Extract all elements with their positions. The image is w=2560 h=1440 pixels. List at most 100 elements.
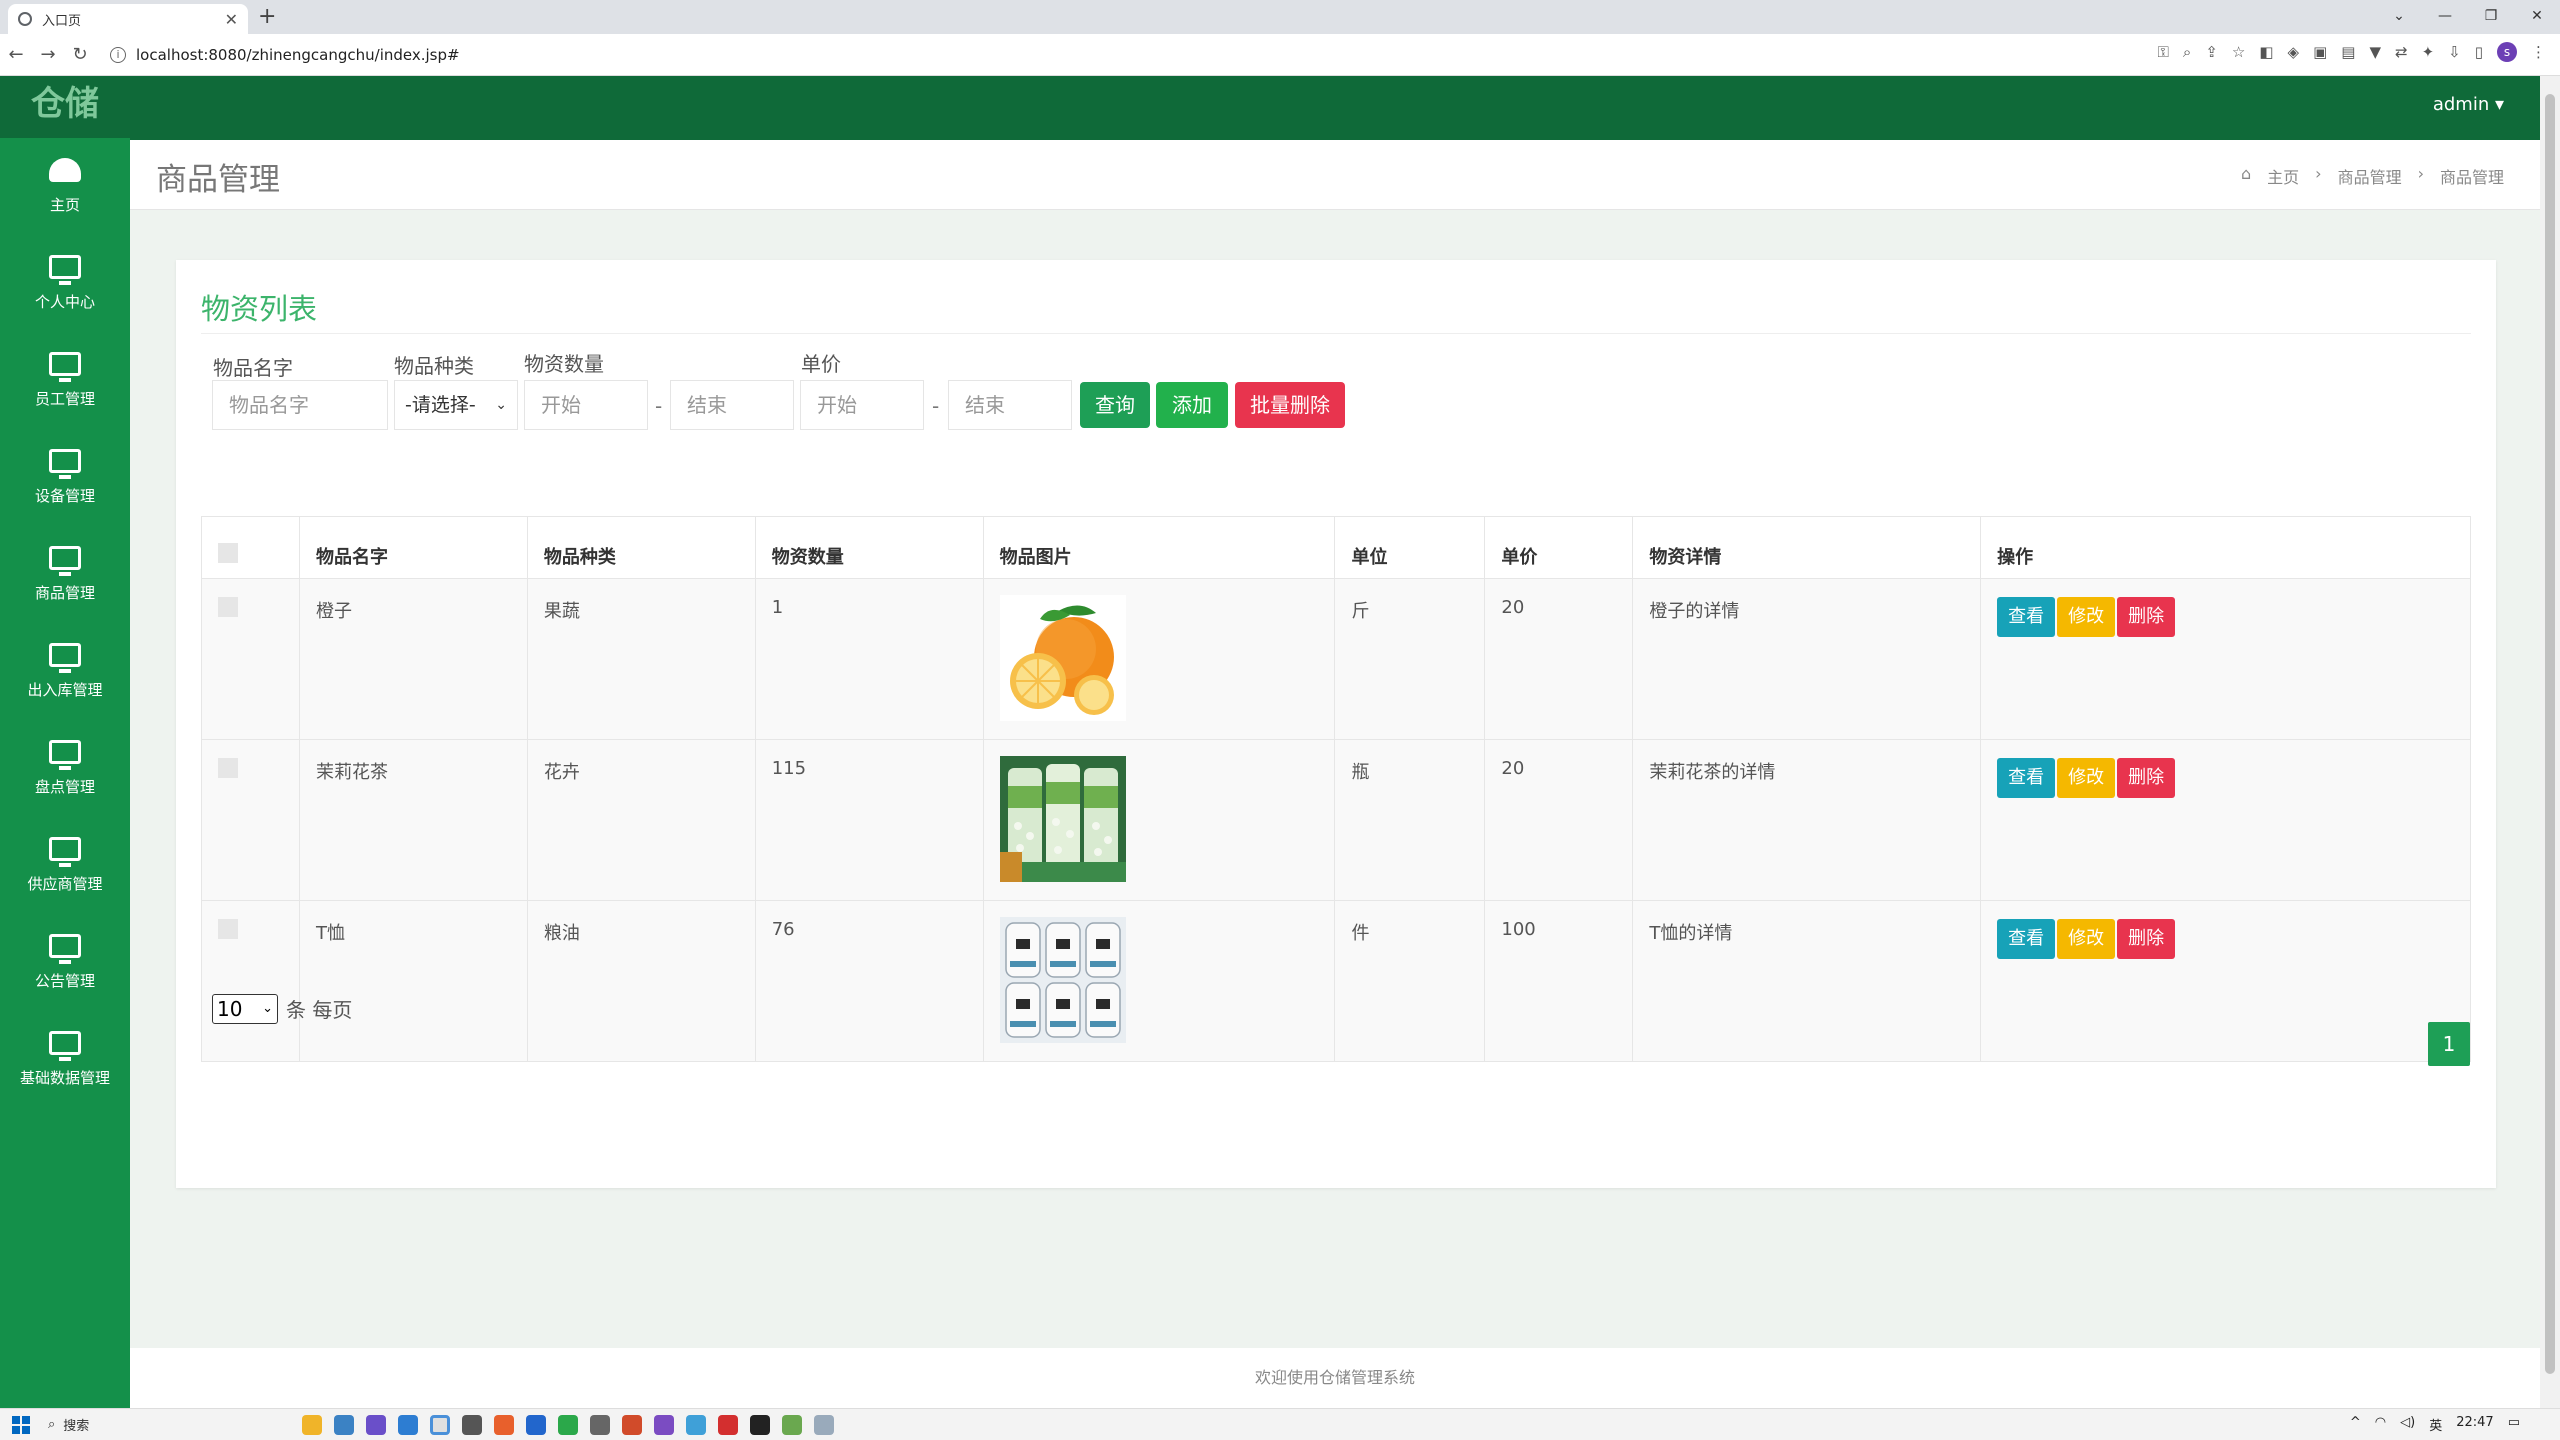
add-button[interactable]: 添加 xyxy=(1156,382,1228,428)
breadcrumb-item[interactable]: 商品管理 xyxy=(2338,164,2402,188)
extension-icon[interactable]: ▼ xyxy=(2369,43,2381,61)
extension-icon[interactable]: ▤ xyxy=(2341,43,2355,61)
browser-tab[interactable]: 入口页 ✕ xyxy=(8,4,248,34)
taskbar-search[interactable]: ⌕ 搜索 xyxy=(42,1412,292,1438)
edit-button[interactable]: 修改 xyxy=(2057,597,2116,637)
type-filter-select[interactable]: -请选择- ⌄ xyxy=(394,380,518,430)
app-icon[interactable] xyxy=(814,1414,834,1435)
app-icon[interactable] xyxy=(718,1414,738,1435)
delete-button[interactable]: 删除 xyxy=(2117,597,2176,637)
tray-expand-icon[interactable]: ^ xyxy=(2350,1415,2361,1434)
sidebar-item-goods[interactable]: 商品管理 xyxy=(0,526,130,623)
user-menu[interactable]: admin ▾ xyxy=(2433,94,2504,115)
new-tab-button[interactable]: + xyxy=(258,4,276,29)
sidepanel-icon[interactable]: ▯ xyxy=(2475,43,2483,61)
cell-price: 20 xyxy=(1484,578,1634,740)
translate-icon[interactable]: ⇄ xyxy=(2395,43,2408,61)
app-icon[interactable] xyxy=(366,1414,386,1435)
zoom-icon[interactable]: ⌕ xyxy=(2183,43,2191,61)
sidebar-item-staff[interactable]: 员工管理 xyxy=(0,332,130,429)
url-text[interactable]: localhost:8080/zhinengcangchu/index.jsp# xyxy=(136,46,460,64)
app-icon[interactable] xyxy=(654,1414,674,1435)
wechat-icon[interactable] xyxy=(558,1414,578,1435)
cell-type: 粮油 xyxy=(526,900,756,1062)
chrome-icon[interactable] xyxy=(430,1414,450,1435)
select-all-checkbox[interactable] xyxy=(218,543,238,563)
view-button[interactable]: 查看 xyxy=(1997,597,2056,637)
app-icon[interactable] xyxy=(590,1414,610,1435)
scrollbar-thumb[interactable] xyxy=(2545,94,2555,1374)
menu-icon[interactable]: ⋮ xyxy=(2531,43,2546,61)
breadcrumb-home[interactable]: 主页 xyxy=(2267,164,2299,188)
sidebar-item-inventory[interactable]: 盘点管理 xyxy=(0,720,130,817)
forward-icon[interactable]: → xyxy=(32,44,64,65)
app-icon[interactable] xyxy=(686,1414,706,1435)
wifi-icon[interactable]: ◠ xyxy=(2375,1415,2386,1434)
minimize-button[interactable]: — xyxy=(2422,0,2468,34)
app-icon[interactable] xyxy=(462,1414,482,1435)
page-scrollbar[interactable] xyxy=(2540,76,2560,1408)
app-icon[interactable] xyxy=(526,1414,546,1435)
reload-icon[interactable]: ↻ xyxy=(64,44,96,65)
app-icon[interactable] xyxy=(782,1414,802,1435)
file-explorer-icon[interactable] xyxy=(302,1414,322,1435)
pagination-page-1[interactable]: 1 xyxy=(2428,1022,2470,1066)
price-filter-label: 单价 xyxy=(801,352,841,376)
qty-start-input[interactable]: 开始 xyxy=(524,380,648,430)
app-icon[interactable] xyxy=(622,1414,642,1435)
bookmark-star-icon[interactable]: ☆ xyxy=(2232,43,2245,61)
app-icon[interactable] xyxy=(398,1414,418,1435)
cell-detail: T恤的详情 xyxy=(1632,900,1982,1062)
ime-indicator[interactable]: 英 xyxy=(2429,1415,2442,1434)
tab-search-icon[interactable]: ⌄ xyxy=(2376,0,2422,34)
sidebar-item-equipment[interactable]: 设备管理 xyxy=(0,429,130,526)
extension-icon[interactable]: ◧ xyxy=(2259,43,2273,61)
back-icon[interactable]: ← xyxy=(0,44,32,65)
sidebar-item-label: 出入库管理 xyxy=(27,681,103,699)
row-checkbox[interactable] xyxy=(218,758,238,778)
delete-button[interactable]: 删除 xyxy=(2117,919,2176,959)
profile-avatar[interactable]: s xyxy=(2497,42,2517,62)
address-bar[interactable]: i localhost:8080/zhinengcangchu/index.js… xyxy=(110,40,460,70)
monitor-icon xyxy=(49,352,81,382)
range-dash: - xyxy=(655,394,663,418)
app-icon[interactable] xyxy=(334,1414,354,1435)
sidebar-item-home[interactable]: 主页 xyxy=(0,138,130,235)
sidebar-item-notice[interactable]: 公告管理 xyxy=(0,914,130,1011)
extension-icon[interactable]: ◈ xyxy=(2288,43,2300,61)
price-start-input[interactable]: 开始 xyxy=(800,380,924,430)
close-tab-icon[interactable]: ✕ xyxy=(225,10,238,29)
share-icon[interactable]: ⇪ xyxy=(2205,43,2218,61)
row-checkbox[interactable] xyxy=(218,597,238,617)
sidebar-item-supplier[interactable]: 供应商管理 xyxy=(0,817,130,914)
batch-delete-button[interactable]: 批量删除 xyxy=(1235,382,1345,428)
clock[interactable]: 22:47 xyxy=(2456,1415,2493,1434)
view-button[interactable]: 查看 xyxy=(1997,919,2056,959)
price-end-input[interactable]: 结束 xyxy=(948,380,1072,430)
name-filter-input[interactable]: 物品名字 xyxy=(212,380,388,430)
page-size-select[interactable]: 10 ⌄ xyxy=(212,994,278,1024)
intellij-icon[interactable] xyxy=(750,1414,770,1435)
close-window-button[interactable]: ✕ xyxy=(2514,0,2560,34)
view-button[interactable]: 查看 xyxy=(1997,758,2056,798)
restore-button[interactable]: ❐ xyxy=(2468,0,2514,34)
key-icon[interactable]: ⚿ xyxy=(2157,43,2168,61)
download-icon[interactable]: ⇩ xyxy=(2448,43,2461,61)
sidebar-item-profile[interactable]: 个人中心 xyxy=(0,235,130,332)
sidebar-item-inout[interactable]: 出入库管理 xyxy=(0,623,130,720)
sidebar-item-basedata[interactable]: 基础数据管理 xyxy=(0,1011,130,1108)
footer-text: 欢迎使用仓储管理系统 xyxy=(130,1348,2540,1408)
notification-icon[interactable]: ▭ xyxy=(2508,1415,2520,1434)
site-info-icon[interactable]: i xyxy=(110,46,126,63)
delete-button[interactable]: 删除 xyxy=(2117,758,2176,798)
edit-button[interactable]: 修改 xyxy=(2057,758,2116,798)
extension-icon[interactable]: ▣ xyxy=(2313,43,2327,61)
puzzle-icon[interactable]: ✦ xyxy=(2422,43,2435,61)
windows-start-icon[interactable] xyxy=(12,1415,30,1434)
volume-icon[interactable]: ◁) xyxy=(2400,1415,2415,1434)
search-button[interactable]: 查询 xyxy=(1080,382,1150,428)
edit-button[interactable]: 修改 xyxy=(2057,919,2116,959)
qty-end-input[interactable]: 结束 xyxy=(670,380,794,430)
firefox-icon[interactable] xyxy=(494,1414,514,1435)
row-checkbox[interactable] xyxy=(218,919,238,939)
